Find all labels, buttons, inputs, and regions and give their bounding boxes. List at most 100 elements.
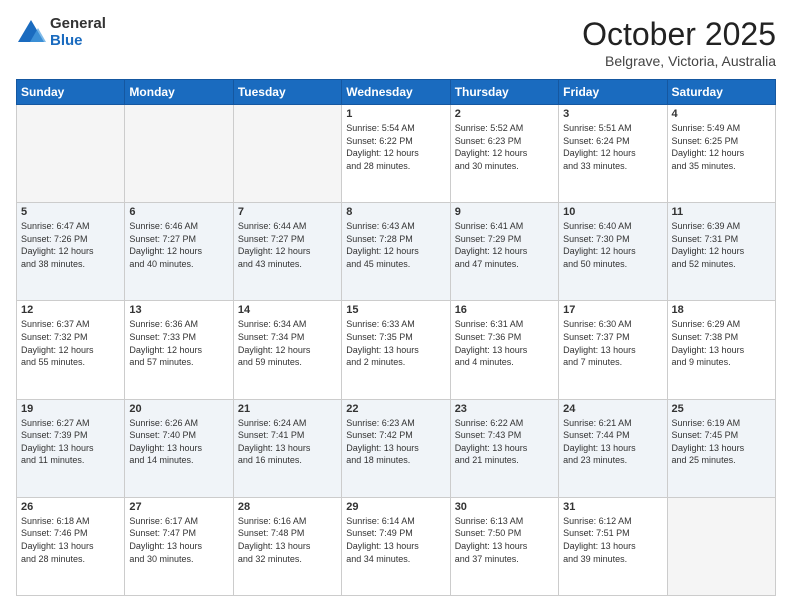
calendar-cell: 25 Sunrise: 6:19 AMSunset: 7:45 PMDayligh…: [667, 399, 775, 497]
calendar-cell: 13 Sunrise: 6:36 AMSunset: 7:33 PMDayligh…: [125, 301, 233, 399]
day-number: 3: [563, 108, 662, 120]
calendar-cell: 1 Sunrise: 5:54 AMSunset: 6:22 PMDaylight…: [342, 105, 450, 203]
day-number: 23: [455, 403, 554, 415]
calendar-cell: 14 Sunrise: 6:34 AMSunset: 7:34 PMDayligh…: [233, 301, 341, 399]
cell-info: Sunrise: 6:41 AMSunset: 7:29 PMDaylight:…: [455, 220, 554, 270]
calendar-cell: 8 Sunrise: 6:43 AMSunset: 7:28 PMDaylight…: [342, 203, 450, 301]
cell-info: Sunrise: 6:13 AMSunset: 7:50 PMDaylight:…: [455, 515, 554, 565]
calendar-cell: 3Sunrise: 5:51 AMSunset: 6:24 PMDaylight…: [559, 105, 667, 203]
calendar-cell: 11 Sunrise: 6:39 AMSunset: 7:31 PMDayligh…: [667, 203, 775, 301]
day-number: 29: [346, 501, 445, 513]
day-number: 1: [346, 108, 445, 120]
cell-info: Sunrise: 6:21 AMSunset: 7:44 PMDaylight:…: [563, 417, 662, 467]
calendar-header-row: SundayMondayTuesdayWednesdayThursdayFrid…: [17, 80, 776, 105]
location: Belgrave, Victoria, Australia: [582, 53, 776, 69]
col-header-thursday: Thursday: [450, 80, 558, 105]
day-number: 27: [129, 501, 228, 513]
day-number: 7: [238, 206, 337, 218]
col-header-monday: Monday: [125, 80, 233, 105]
cell-info: Sunrise: 6:29 AMSunset: 7:38 PMDaylight:…: [672, 318, 771, 368]
calendar-cell: 15Sunrise: 6:33 AMSunset: 7:35 PMDayligh…: [342, 301, 450, 399]
cell-info: Sunrise: 6:26 AMSunset: 7:40 PMDaylight:…: [129, 417, 228, 467]
day-number: 24: [563, 403, 662, 415]
calendar-cell: 22Sunrise: 6:23 AMSunset: 7:42 PMDayligh…: [342, 399, 450, 497]
day-number: 9: [455, 206, 554, 218]
day-number: 21: [238, 403, 337, 415]
cell-info: Sunrise: 6:19 AMSunset: 7:45 PMDaylight:…: [672, 417, 771, 467]
calendar-cell: 2 Sunrise: 5:52 AMSunset: 6:23 PMDaylight…: [450, 105, 558, 203]
day-number: 28: [238, 501, 337, 513]
logo-blue-text: Blue: [50, 33, 106, 50]
calendar-cell: 4 Sunrise: 5:49 AMSunset: 6:25 PMDaylight…: [667, 105, 775, 203]
day-number: 11: [672, 206, 771, 218]
cell-info: Sunrise: 6:40 AMSunset: 7:30 PMDaylight:…: [563, 220, 662, 270]
cell-info: Sunrise: 6:30 AMSunset: 7:37 PMDaylight:…: [563, 318, 662, 368]
cell-info: Sunrise: 6:39 AMSunset: 7:31 PMDaylight:…: [672, 220, 771, 270]
calendar-cell: 23 Sunrise: 6:22 AMSunset: 7:43 PMDayligh…: [450, 399, 558, 497]
logo-text: General Blue: [50, 16, 106, 49]
week-row-2: 12 Sunrise: 6:37 AMSunset: 7:32 PMDayligh…: [17, 301, 776, 399]
col-header-tuesday: Tuesday: [233, 80, 341, 105]
calendar-cell: 19 Sunrise: 6:27 AMSunset: 7:39 PMDayligh…: [17, 399, 125, 497]
day-number: 19: [21, 403, 120, 415]
day-number: 31: [563, 501, 662, 513]
cell-info: Sunrise: 6:37 AMSunset: 7:32 PMDaylight:…: [21, 318, 120, 368]
day-number: 17: [563, 304, 662, 316]
day-number: 20: [129, 403, 228, 415]
cell-info: Sunrise: 6:14 AMSunset: 7:49 PMDaylight:…: [346, 515, 445, 565]
day-number: 2: [455, 108, 554, 120]
day-number: 16: [455, 304, 554, 316]
day-number: 14: [238, 304, 337, 316]
calendar-cell: 31Sunrise: 6:12 AMSunset: 7:51 PMDayligh…: [559, 497, 667, 595]
cell-info: Sunrise: 6:47 AMSunset: 7:26 PMDaylight:…: [21, 220, 120, 270]
calendar-cell: 16 Sunrise: 6:31 AMSunset: 7:36 PMDayligh…: [450, 301, 558, 399]
cell-info: Sunrise: 6:22 AMSunset: 7:43 PMDaylight:…: [455, 417, 554, 467]
col-header-sunday: Sunday: [17, 80, 125, 105]
month-title: October 2025: [582, 16, 776, 53]
cell-info: Sunrise: 6:43 AMSunset: 7:28 PMDaylight:…: [346, 220, 445, 270]
cell-info: Sunrise: 6:18 AMSunset: 7:46 PMDaylight:…: [21, 515, 120, 565]
day-number: 30: [455, 501, 554, 513]
day-number: 4: [672, 108, 771, 120]
week-row-4: 26Sunrise: 6:18 AMSunset: 7:46 PMDayligh…: [17, 497, 776, 595]
calendar-cell: 17 Sunrise: 6:30 AMSunset: 7:37 PMDayligh…: [559, 301, 667, 399]
day-number: 6: [129, 206, 228, 218]
cell-info: Sunrise: 5:49 AMSunset: 6:25 PMDaylight:…: [672, 122, 771, 172]
logo-general-text: General: [50, 16, 106, 33]
cell-info: Sunrise: 5:54 AMSunset: 6:22 PMDaylight:…: [346, 122, 445, 172]
cell-info: Sunrise: 6:36 AMSunset: 7:33 PMDaylight:…: [129, 318, 228, 368]
page: General Blue October 2025 Belgrave, Vict…: [0, 0, 792, 612]
logo-icon: [16, 18, 46, 48]
day-number: 5: [21, 206, 120, 218]
calendar-cell: 9 Sunrise: 6:41 AMSunset: 7:29 PMDaylight…: [450, 203, 558, 301]
calendar-cell: 6 Sunrise: 6:46 AMSunset: 7:27 PMDaylight…: [125, 203, 233, 301]
logo: General Blue: [16, 16, 106, 49]
cell-info: Sunrise: 6:31 AMSunset: 7:36 PMDaylight:…: [455, 318, 554, 368]
cell-info: Sunrise: 6:16 AMSunset: 7:48 PMDaylight:…: [238, 515, 337, 565]
title-block: October 2025 Belgrave, Victoria, Austral…: [582, 16, 776, 69]
calendar-cell: 30 Sunrise: 6:13 AMSunset: 7:50 PMDayligh…: [450, 497, 558, 595]
calendar-cell: [125, 105, 233, 203]
day-number: 8: [346, 206, 445, 218]
cell-info: Sunrise: 6:27 AMSunset: 7:39 PMDaylight:…: [21, 417, 120, 467]
cell-info: Sunrise: 6:24 AMSunset: 7:41 PMDaylight:…: [238, 417, 337, 467]
calendar-cell: 10 Sunrise: 6:40 AMSunset: 7:30 PMDayligh…: [559, 203, 667, 301]
calendar-cell: [667, 497, 775, 595]
day-number: 10: [563, 206, 662, 218]
calendar-cell: 26Sunrise: 6:18 AMSunset: 7:46 PMDayligh…: [17, 497, 125, 595]
calendar-cell: 27Sunrise: 6:17 AMSunset: 7:47 PMDayligh…: [125, 497, 233, 595]
calendar-table: SundayMondayTuesdayWednesdayThursdayFrid…: [16, 79, 776, 596]
day-number: 13: [129, 304, 228, 316]
calendar-cell: 24 Sunrise: 6:21 AMSunset: 7:44 PMDayligh…: [559, 399, 667, 497]
week-row-3: 19 Sunrise: 6:27 AMSunset: 7:39 PMDayligh…: [17, 399, 776, 497]
cell-info: Sunrise: 6:23 AMSunset: 7:42 PMDaylight:…: [346, 417, 445, 467]
cell-info: Sunrise: 6:34 AMSunset: 7:34 PMDaylight:…: [238, 318, 337, 368]
cell-info: Sunrise: 6:46 AMSunset: 7:27 PMDaylight:…: [129, 220, 228, 270]
day-number: 18: [672, 304, 771, 316]
week-row-1: 5 Sunrise: 6:47 AMSunset: 7:26 PMDaylight…: [17, 203, 776, 301]
day-number: 25: [672, 403, 771, 415]
cell-info: Sunrise: 6:44 AMSunset: 7:27 PMDaylight:…: [238, 220, 337, 270]
calendar-cell: 28 Sunrise: 6:16 AMSunset: 7:48 PMDayligh…: [233, 497, 341, 595]
day-number: 12: [21, 304, 120, 316]
cell-info: Sunrise: 5:52 AMSunset: 6:23 PMDaylight:…: [455, 122, 554, 172]
